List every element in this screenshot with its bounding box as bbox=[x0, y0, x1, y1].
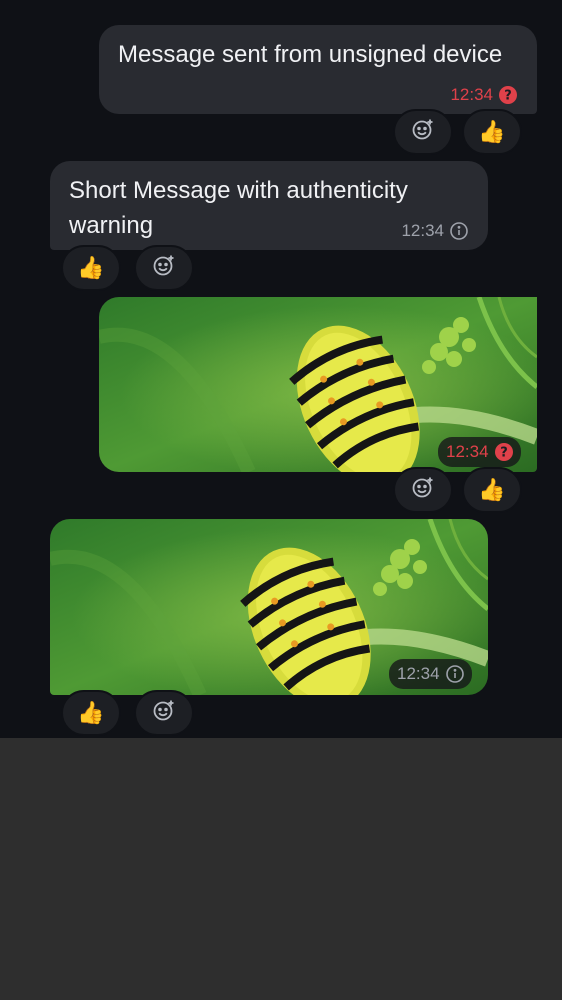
reaction-thumbs-up[interactable]: 👍 bbox=[462, 467, 522, 513]
message-text: Message sent from unsigned device bbox=[118, 41, 503, 68]
add-reaction-button[interactable] bbox=[393, 109, 453, 155]
svg-text:?: ? bbox=[504, 89, 512, 104]
thumbs-up-emoji: 👍 bbox=[478, 119, 506, 145]
chat-timeline: Message sent from unsigned device 12:34 … bbox=[0, 0, 562, 738]
info-circle-icon[interactable] bbox=[450, 222, 468, 240]
image-timestamp-pill: 12:34 bbox=[389, 659, 472, 689]
reaction-thumbs-up[interactable]: 👍 bbox=[462, 109, 522, 155]
question-circle-icon[interactable]: ? bbox=[494, 443, 513, 461]
add-reaction-button[interactable] bbox=[134, 245, 194, 291]
empty-bottom-area bbox=[0, 738, 562, 1000]
thumbs-up-emoji: 👍 bbox=[77, 255, 105, 281]
thumbs-up-emoji: 👍 bbox=[478, 477, 506, 503]
timestamp-text: 12:34 bbox=[450, 85, 493, 104]
info-circle-icon[interactable] bbox=[445, 665, 464, 683]
timestamp-text: 12:34 bbox=[446, 442, 489, 461]
add-reaction-button[interactable] bbox=[134, 690, 194, 736]
add-reaction-icon bbox=[152, 253, 176, 283]
question-circle-icon[interactable]: ? bbox=[499, 86, 517, 104]
timestamp-text: 12:34 bbox=[397, 664, 440, 683]
reaction-thumbs-up[interactable]: 👍 bbox=[61, 245, 121, 291]
message-timestamp: 12:34 ? bbox=[450, 85, 517, 105]
svg-text:?: ? bbox=[500, 446, 508, 461]
message-bubble-outgoing[interactable]: Message sent from unsigned device 12:34 … bbox=[99, 25, 537, 114]
message-text: Short Message with authenticity warning bbox=[69, 177, 408, 239]
add-reaction-icon bbox=[411, 117, 435, 147]
message-timestamp: 12:34 bbox=[401, 221, 468, 241]
thumbs-up-emoji: 👍 bbox=[77, 700, 105, 726]
timestamp-text: 12:34 bbox=[401, 221, 444, 240]
reaction-thumbs-up[interactable]: 👍 bbox=[61, 690, 121, 736]
add-reaction-button[interactable] bbox=[393, 467, 453, 513]
add-reaction-icon bbox=[152, 698, 176, 728]
message-bubble-incoming[interactable]: Short Message with authenticity warning … bbox=[50, 161, 488, 250]
image-timestamp-pill: 12:34 ? bbox=[438, 437, 521, 467]
add-reaction-icon bbox=[411, 475, 435, 505]
